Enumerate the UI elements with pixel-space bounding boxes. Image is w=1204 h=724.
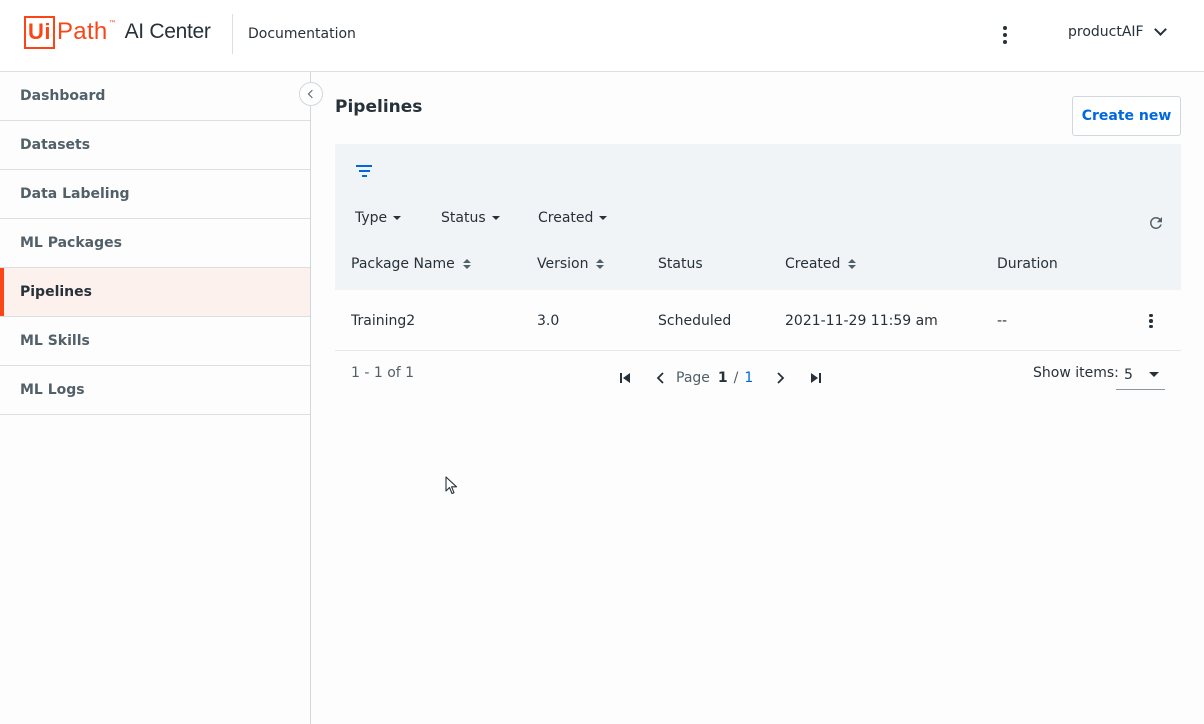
cell-version: 3.0 [537, 313, 560, 329]
show-items-label: Show items: [1033, 365, 1119, 381]
last-page-icon[interactable] [807, 368, 825, 388]
logo-path-text: Path [57, 18, 108, 45]
sidebar-item-label: Dashboard [20, 88, 106, 104]
top-header: Ui Path ™ AI Center Documentation produc… [0, 0, 1204, 72]
column-header-version[interactable]: Version [537, 256, 605, 272]
tenant-selector[interactable]: productAIF [1068, 23, 1167, 40]
sidebar-item-label: Pipelines [20, 284, 92, 300]
column-label: Package Name [351, 256, 455, 272]
sidebar-item-ml-logs[interactable]: ML Logs [0, 366, 310, 415]
status-filter[interactable]: Status [441, 210, 500, 226]
sidebar-item-pipelines[interactable]: Pipelines [0, 268, 310, 317]
more-options-icon[interactable] [995, 24, 1015, 46]
column-header-duration: Duration [997, 256, 1058, 272]
page-separator: / [733, 370, 739, 386]
pagination-range: 1 - 1 of 1 [351, 365, 415, 381]
column-header-created[interactable]: Created [785, 256, 857, 272]
sidebar-item-label: Data Labeling [20, 186, 130, 202]
caret-down-icon [1149, 372, 1159, 377]
sort-icon[interactable] [596, 259, 605, 269]
column-header-package-name[interactable]: Package Name [351, 256, 471, 272]
cell-duration: -- [997, 313, 1008, 329]
documentation-link[interactable]: Documentation [248, 26, 356, 42]
column-header-status: Status [658, 256, 703, 272]
created-filter-label: Created [538, 210, 594, 226]
sidebar-item-datasets[interactable]: Datasets [0, 121, 310, 170]
column-label: Version [537, 256, 589, 272]
chevron-left-icon [307, 89, 317, 99]
sidebar-item-ml-skills[interactable]: ML Skills [0, 317, 310, 366]
sidebar-item-label: ML Packages [20, 235, 122, 251]
created-filter[interactable]: Created [538, 210, 608, 226]
pagination-controls: Page 1 / 1 [616, 368, 825, 388]
sidebar-item-data-labeling[interactable]: Data Labeling [0, 170, 310, 219]
next-page-icon[interactable] [771, 368, 789, 388]
sidebar-item-ml-packages[interactable]: ML Packages [0, 219, 310, 268]
sidebar-item-label: Datasets [20, 137, 91, 153]
sidebar: Dashboard Datasets Data Labeling ML Pack… [0, 72, 311, 724]
sort-icon[interactable] [848, 259, 857, 269]
tenant-name: productAIF [1068, 24, 1144, 40]
chevron-down-icon [1153, 23, 1167, 36]
sort-icon[interactable] [462, 259, 471, 269]
mouse-cursor-icon [445, 476, 458, 495]
caret-down-icon [393, 216, 402, 220]
show-items-value: 5 [1124, 366, 1133, 383]
status-filter-label: Status [441, 210, 486, 226]
caret-down-icon [491, 216, 500, 220]
create-new-button[interactable]: Create new [1072, 96, 1181, 136]
type-filter-label: Type [355, 210, 388, 226]
sidebar-item-label: ML Skills [20, 333, 90, 349]
cell-package-name: Training2 [351, 313, 416, 329]
uipath-logo[interactable]: Ui Path ™ AI Center [24, 15, 211, 49]
current-page[interactable]: 1 [718, 370, 728, 386]
table-row[interactable] [335, 290, 1181, 351]
collapse-sidebar-button[interactable] [299, 82, 323, 106]
cell-status: Scheduled [658, 313, 732, 329]
first-page-icon[interactable] [616, 368, 634, 388]
previous-page-icon[interactable] [652, 368, 670, 388]
show-items-select[interactable]: 5 [1116, 360, 1165, 390]
header-divider [232, 14, 233, 54]
total-pages: 1 [744, 370, 754, 386]
sidebar-item-label: ML Logs [20, 382, 85, 398]
column-label: Status [658, 256, 703, 272]
page-title: Pipelines [335, 97, 423, 117]
logo-trademark: ™ [108, 19, 117, 28]
page-label: Page [676, 370, 710, 386]
caret-down-icon [599, 216, 608, 220]
column-label: Created [785, 256, 841, 272]
product-name: AI Center [124, 20, 211, 43]
column-label: Duration [997, 256, 1058, 272]
logo-ui-mark: Ui [24, 15, 55, 49]
row-actions-icon[interactable] [1144, 312, 1158, 330]
refresh-icon[interactable] [1147, 214, 1165, 232]
sidebar-item-dashboard[interactable]: Dashboard [0, 72, 310, 121]
cell-created: 2021-11-29 11:59 am [785, 313, 938, 329]
type-filter[interactable]: Type [355, 210, 402, 226]
filter-icon[interactable] [355, 165, 373, 179]
